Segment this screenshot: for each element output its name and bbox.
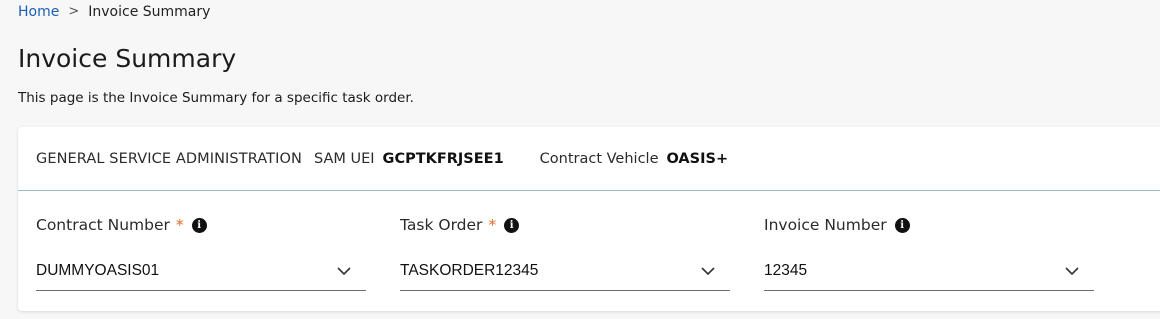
chevron-down-icon xyxy=(337,266,351,275)
chevron-down-icon xyxy=(701,266,715,275)
breadcrumb-current: Invoice Summary xyxy=(88,4,211,20)
contract-number-select[interactable]: DUMMYOASIS01 xyxy=(36,251,366,291)
contract-info-header: GENERAL SERVICE ADMINISTRATION SAM UEI G… xyxy=(18,127,1160,191)
page-description: This page is the Invoice Summary for a s… xyxy=(18,90,414,106)
info-icon[interactable]: i xyxy=(894,217,910,233)
contract-number-label: Contract Number xyxy=(36,216,170,234)
breadcrumb: Home > Invoice Summary xyxy=(18,2,210,22)
task-order-field-label-row: Task Order * i xyxy=(400,213,730,237)
invoice-number-label-group: Invoice Number i xyxy=(764,213,1094,237)
required-asterisk: * xyxy=(175,216,184,234)
page-title: Invoice Summary xyxy=(18,44,237,73)
task-order-select[interactable]: TASKORDER12345 xyxy=(400,251,730,291)
contract-vehicle-label: Contract Vehicle xyxy=(539,150,659,167)
info-icon[interactable]: i xyxy=(191,217,207,233)
invoice-number-value: 12345 xyxy=(764,261,808,279)
task-order-label-group: Task Order * i xyxy=(400,213,730,237)
contract-number-field-label-row: Contract Number * i xyxy=(36,213,366,237)
info-icon[interactable]: i xyxy=(504,217,520,233)
required-asterisk: * xyxy=(488,216,497,234)
sam-uei-value: GCPTKFRJSEE1 xyxy=(382,150,504,167)
task-order-label: Task Order xyxy=(400,216,483,234)
invoice-number-select[interactable]: 12345 xyxy=(764,251,1094,291)
task-order-value: TASKORDER12345 xyxy=(400,261,539,279)
invoice-number-label: Invoice Number xyxy=(764,216,887,234)
contract-vehicle-value: OASIS+ xyxy=(666,150,729,167)
chevron-down-icon xyxy=(1065,266,1079,275)
contract-number-value: DUMMYOASIS01 xyxy=(36,261,160,279)
contract-number-label-group: Contract Number * i xyxy=(36,213,366,237)
agency-name: GENERAL SERVICE ADMINISTRATION xyxy=(36,150,302,167)
selection-fields: Contract Number * i DUMMYOASIS01 Task Or… xyxy=(18,191,1160,311)
breadcrumb-separator: > xyxy=(68,4,80,19)
breadcrumb-home-link[interactable]: Home xyxy=(18,2,59,22)
invoice-number-field-label-row: Invoice Number i xyxy=(764,213,1094,237)
sam-uei-label: SAM UEI xyxy=(313,150,375,167)
invoice-summary-card: GENERAL SERVICE ADMINISTRATION SAM UEI G… xyxy=(18,127,1160,311)
